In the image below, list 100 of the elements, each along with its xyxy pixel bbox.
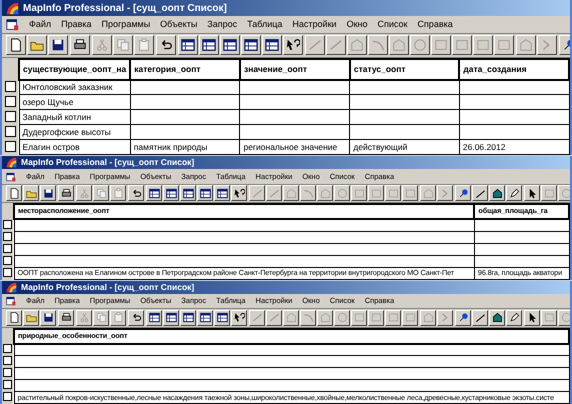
- help-pointer-icon: [234, 188, 244, 199]
- rectangle-tool-icon: [476, 38, 490, 52]
- rectangle-tool-icon: [354, 188, 364, 199]
- menu-item[interactable]: Запрос: [207, 18, 238, 32]
- column-header[interactable]: статус_оопт: [350, 58, 460, 80]
- menu-item[interactable]: Настройки: [292, 18, 337, 32]
- chevron-icon: [440, 188, 450, 199]
- rectangle-tool-icon: [388, 188, 398, 199]
- polygon-tool-icon: [286, 188, 296, 199]
- arc-tool-icon: [302, 312, 314, 324]
- menu-item[interactable]: Программы: [102, 18, 150, 32]
- rectangle-tool-icon: [404, 188, 416, 199]
- column-header[interactable]: дата_создания: [459, 58, 569, 80]
- new-document-icon: [8, 188, 20, 199]
- copy-icon: [96, 188, 106, 199]
- row-checkbox[interactable]: [3, 256, 12, 264]
- column-header[interactable]: значение_оопт: [240, 58, 350, 80]
- row-checkbox[interactable]: [4, 96, 16, 106]
- menu-item[interactable]: Правка: [61, 18, 92, 32]
- save-icon: [42, 188, 54, 199]
- polygon-tool-icon: [519, 38, 533, 52]
- paste-icon: [112, 312, 124, 324]
- polygon-tool-icon: [350, 38, 364, 52]
- row-checkbox[interactable]: [3, 244, 12, 252]
- menu-item[interactable]: Справка: [417, 18, 453, 32]
- menu-item[interactable]: Список: [377, 18, 408, 32]
- polygon-tool-icon: [286, 312, 296, 324]
- ellipse-tool-icon: [560, 188, 570, 199]
- window-icon: [216, 188, 228, 199]
- line-tool-icon: [268, 188, 280, 199]
- row-checkbox[interactable]: [4, 126, 16, 136]
- app-logo-icon: [6, 2, 19, 15]
- menu-item[interactable]: Объекты: [160, 18, 198, 32]
- pen-icon: [508, 312, 520, 324]
- window-icon: [200, 312, 210, 324]
- window-icon: [216, 312, 228, 324]
- app-logo-icon: [6, 157, 17, 168]
- undo-icon: [130, 312, 142, 324]
- rectangle-tool-icon: [434, 38, 448, 52]
- window-icon: [202, 38, 216, 52]
- rectangle-tool-icon: [497, 38, 511, 52]
- column-header[interactable]: категория_оопт: [130, 58, 240, 80]
- menu-item[interactable]: Файл: [29, 18, 52, 32]
- copy-icon: [116, 38, 130, 52]
- line-tool-icon: [268, 312, 280, 324]
- row-checkbox[interactable]: [3, 344, 12, 353]
- rectangle-tool-icon: [404, 312, 416, 324]
- row-checkbox[interactable]: [3, 356, 12, 365]
- polygon-tool-icon: [320, 188, 330, 199]
- window-title: MapInfo Professional - [сущ_оопт Список]: [23, 2, 227, 16]
- row-checkbox[interactable]: [4, 140, 16, 152]
- rectangle-tool-icon: [388, 312, 398, 324]
- ellipse-tool-icon: [336, 312, 348, 324]
- menu-item[interactable]: Окно: [346, 18, 368, 32]
- printer-icon: [60, 188, 72, 199]
- rectangle-tool-icon: [544, 312, 554, 324]
- table-cell: региональное значение: [243, 142, 338, 152]
- row-checkbox[interactable]: [3, 220, 12, 228]
- window-icon: [166, 312, 176, 324]
- pin-icon: [458, 188, 468, 199]
- paste-icon: [112, 188, 124, 199]
- house-icon: [492, 188, 502, 199]
- window-icon: [244, 38, 258, 52]
- new-document-icon: [8, 312, 20, 324]
- undo-icon: [130, 188, 142, 199]
- polygon-tool-icon: [422, 188, 434, 199]
- rectangle-tool-icon: [354, 312, 364, 324]
- document-icon: [6, 172, 16, 182]
- paste-icon: [137, 38, 151, 52]
- table-cell: Елагин остров: [22, 142, 80, 152]
- ellipse-tool-icon: [413, 38, 427, 52]
- window-icon: [148, 312, 160, 324]
- pen-icon: [508, 188, 520, 199]
- row-checkbox[interactable]: [3, 232, 12, 240]
- window-icon: [265, 38, 279, 52]
- help-pointer-icon: [286, 38, 300, 52]
- line-tool-icon: [252, 312, 262, 324]
- row-checkbox[interactable]: [3, 268, 12, 276]
- scissors-icon: [78, 312, 90, 324]
- row-checkbox[interactable]: [4, 110, 16, 122]
- polygon-tool-icon: [392, 38, 406, 52]
- ellipse-tool-icon: [336, 188, 348, 199]
- ellipse-tool-icon: [560, 312, 570, 324]
- row-checkbox[interactable]: [3, 380, 12, 389]
- row-checkbox[interactable]: [3, 368, 12, 377]
- window-icon: [223, 38, 237, 52]
- app-logo-icon: [6, 282, 17, 293]
- window-icon: [182, 312, 194, 324]
- table-cell: действующий: [353, 142, 408, 152]
- open-folder-icon: [26, 312, 36, 324]
- row-checkbox[interactable]: [4, 80, 16, 92]
- document-icon: [6, 18, 19, 32]
- polygon-tool-icon: [320, 312, 330, 324]
- table-cell: Юнтоловский заказник: [22, 82, 112, 92]
- window-title: MapInfo Professional - [сущ_оопт Список]: [21, 156, 194, 170]
- row-checkbox[interactable]: [3, 392, 12, 401]
- column-header[interactable]: существующие_оопт_на: [19, 58, 130, 80]
- menu-item[interactable]: Таблица: [247, 18, 282, 32]
- window-icon: [182, 188, 194, 199]
- table-cell: 26.06.2012: [462, 142, 506, 152]
